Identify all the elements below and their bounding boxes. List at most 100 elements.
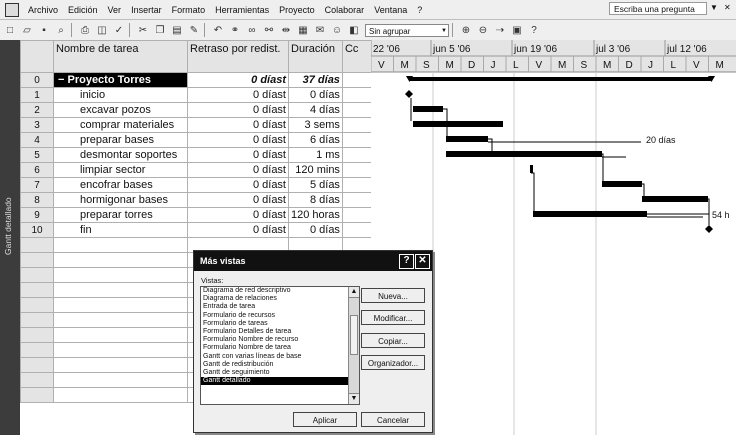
views-listbox[interactable]: Diagrama de red descriptivo Diagrama de r… (200, 286, 360, 405)
task-slack[interactable]: 0 díast (187, 147, 289, 163)
task-name[interactable]: preparar bases (53, 132, 188, 148)
scroll-down-icon[interactable]: ▼ (349, 393, 359, 404)
task-extra[interactable] (341, 207, 374, 223)
empty-cell[interactable] (20, 387, 54, 403)
task-duration[interactable]: 3 sems (288, 117, 343, 133)
menu-formato[interactable]: Formato (167, 5, 211, 15)
task-duration[interactable]: 6 días (288, 132, 343, 148)
menu-edicion[interactable]: Edición (63, 5, 103, 15)
empty-cell[interactable] (20, 312, 54, 328)
view-list-item[interactable]: Formulario de tareas (201, 320, 359, 328)
task-extra[interactable] (341, 147, 374, 163)
row-id[interactable]: 0 (20, 72, 54, 88)
table-row[interactable]: 1 inicio 0 díast 0 días (20, 87, 374, 103)
open-icon[interactable]: ▱ (20, 23, 34, 37)
menu-insertar[interactable]: Insertar (126, 5, 167, 15)
empty-cell[interactable] (20, 282, 54, 298)
view-list-item[interactable]: Formulario Nombre de tarea (201, 344, 359, 352)
task-extra[interactable] (341, 192, 374, 208)
empty-cell[interactable] (20, 372, 54, 388)
unlink-tasks-icon[interactable]: ⚯ (262, 23, 276, 37)
empty-cell[interactable] (53, 312, 188, 328)
new-icon[interactable]: □ (3, 23, 17, 37)
task-name[interactable]: − Proyecto Torres (53, 72, 188, 88)
table-row[interactable]: 8 hormigonar bases 0 díast 8 días (20, 192, 374, 208)
task-slack[interactable]: 0 díast (187, 192, 289, 208)
close-icon[interactable]: ✕ (415, 254, 430, 269)
split-task-icon[interactable]: ⇹ (279, 23, 293, 37)
task-duration[interactable]: 1 ms (288, 147, 343, 163)
zoom-out-icon[interactable]: ⊖ (476, 23, 490, 37)
empty-cell[interactable] (20, 357, 54, 373)
view-list-item[interactable]: Diagrama de red descriptivo (201, 287, 359, 295)
publish-icon[interactable]: ◧ (347, 23, 361, 37)
row-id[interactable]: 1 (20, 87, 54, 103)
row-id[interactable]: 8 (20, 192, 54, 208)
row-id[interactable]: 2 (20, 102, 54, 118)
task-duration[interactable]: 5 días (288, 177, 343, 193)
table-row[interactable]: 7 encofrar bases 0 díast 5 días (20, 177, 374, 193)
cut-icon[interactable]: ✂ (136, 23, 150, 37)
zoom-in-icon[interactable]: ⊕ (459, 23, 473, 37)
scrollbar[interactable]: ▲ ▼ (348, 287, 359, 404)
header-duration[interactable]: Duración (288, 40, 343, 73)
task-extra[interactable] (341, 117, 374, 133)
view-list-item[interactable]: Diagrama de relaciones (201, 295, 359, 303)
task-extra[interactable] (341, 87, 374, 103)
empty-cell[interactable] (20, 252, 54, 268)
task-name[interactable]: desmontar soportes (53, 147, 188, 163)
task-slack[interactable]: 0 díast (187, 87, 289, 103)
task-slack[interactable]: 0 díast (187, 207, 289, 223)
task-slack[interactable]: 0 díast (187, 72, 289, 88)
empty-cell[interactable] (20, 237, 54, 253)
menu-colaborar[interactable]: Colaborar (320, 5, 370, 15)
task-extra[interactable] (341, 132, 374, 148)
task-name[interactable]: hormigonar bases (53, 192, 188, 208)
table-row[interactable]: 3 comprar materiales 0 díast 3 sems (20, 117, 374, 133)
scroll-up-icon[interactable]: ▲ (349, 287, 359, 298)
copy-picture-icon[interactable]: ▣ (510, 23, 524, 37)
header-slack[interactable]: Retraso por redist. (187, 40, 289, 73)
modify-view-button[interactable]: Modificar... (361, 310, 425, 325)
undo-icon[interactable]: ↶ (211, 23, 225, 37)
scroll-to-task-icon[interactable]: ⇢ (493, 23, 507, 37)
hyperlink-icon[interactable]: ⚭ (228, 23, 242, 37)
task-slack[interactable]: 0 díast (187, 132, 289, 148)
search-icon[interactable]: ⌕ (54, 23, 68, 37)
task-duration[interactable]: 37 días (288, 72, 343, 88)
empty-cell[interactable] (20, 327, 54, 343)
table-row[interactable]: 5 desmontar soportes 0 díast 1 ms (20, 147, 374, 163)
empty-cell[interactable] (20, 342, 54, 358)
empty-cell[interactable] (53, 267, 188, 283)
table-row[interactable]: 6 limpiar sector 0 díast 120 mins (20, 162, 374, 178)
menu-help[interactable]: ? (412, 5, 427, 15)
copy-icon[interactable]: ❐ (153, 23, 167, 37)
link-tasks-icon[interactable]: ∞ (245, 23, 259, 37)
menu-herramientas[interactable]: Herramientas (210, 5, 274, 15)
copy-view-button[interactable]: Copiar... (361, 333, 425, 348)
task-duration[interactable]: 0 días (288, 87, 343, 103)
task-extra[interactable] (341, 162, 374, 178)
help-icon[interactable]: ? (527, 23, 541, 37)
table-row[interactable]: 4 preparar bases 0 díast 6 días (20, 132, 374, 148)
menu-archivo[interactable]: Archivo (23, 5, 63, 15)
scroll-thumb[interactable] (350, 315, 358, 355)
organizer-button[interactable]: Organizador... (361, 355, 425, 370)
task-name[interactable]: limpiar sector (53, 162, 188, 178)
view-list-item[interactable]: Formulario de recursos (201, 312, 359, 320)
view-list-item[interactable]: Gantt detallado (201, 377, 359, 386)
new-view-button[interactable]: Nueva... (361, 288, 425, 303)
row-id[interactable]: 10 (20, 222, 54, 238)
empty-cell[interactable] (53, 342, 188, 358)
menu-ver[interactable]: Ver (103, 5, 127, 15)
empty-cell[interactable] (53, 297, 188, 313)
task-slack[interactable]: 0 díast (187, 162, 289, 178)
task-duration[interactable]: 0 días (288, 222, 343, 238)
print-preview-icon[interactable]: ◫ (95, 23, 109, 37)
view-list-item[interactable]: Formulario Nombre de recurso (201, 336, 359, 344)
empty-cell[interactable] (53, 237, 188, 253)
row-id[interactable]: 7 (20, 177, 54, 193)
empty-cell[interactable] (53, 372, 188, 388)
task-info-icon[interactable]: ▦ (296, 23, 310, 37)
table-row[interactable]: 10 fin 0 díast 0 días (20, 222, 374, 238)
